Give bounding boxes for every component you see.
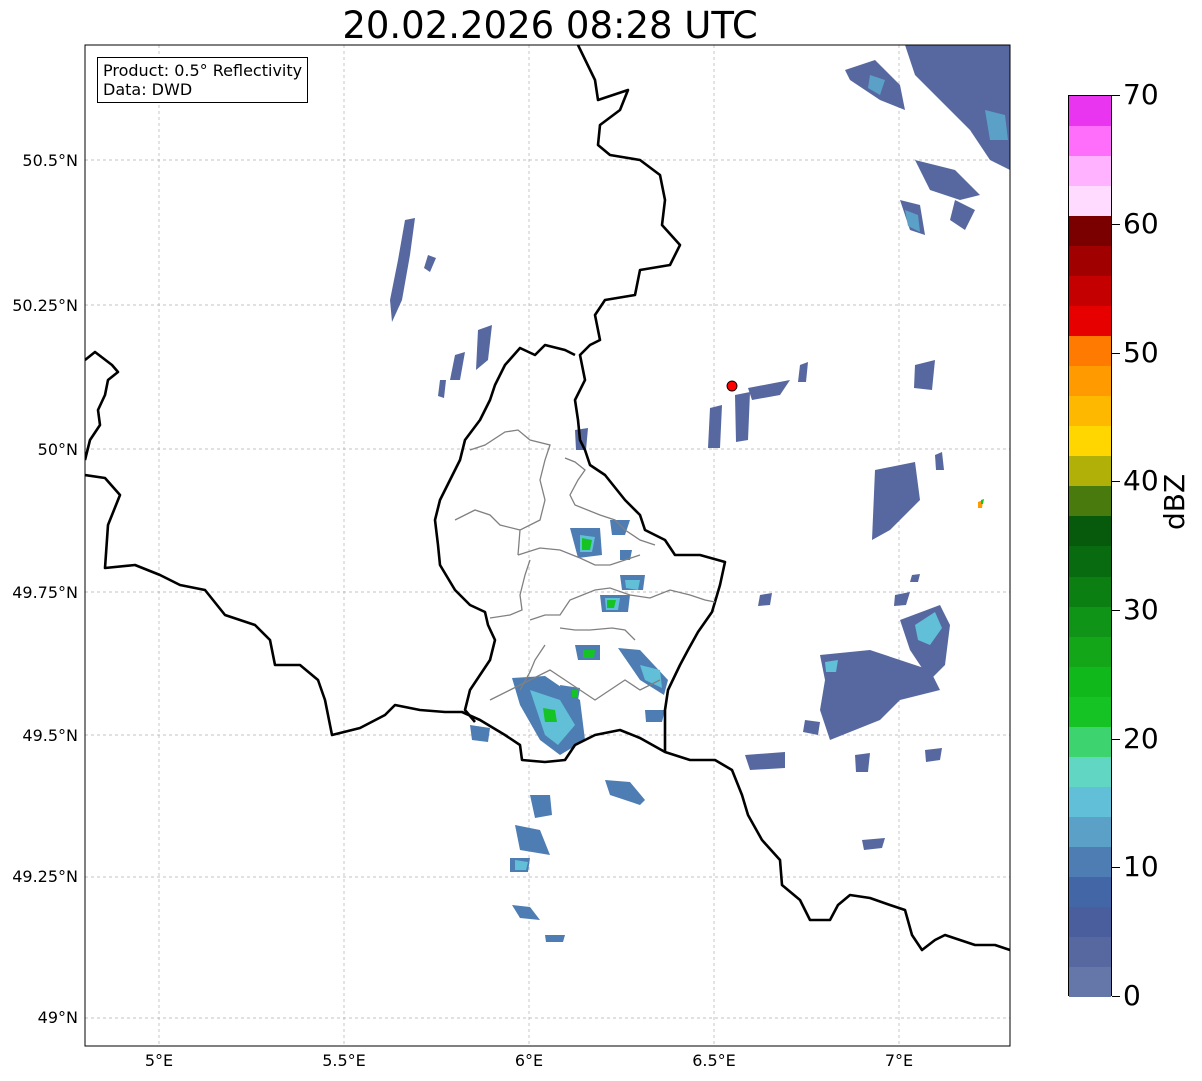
colorbar-tick	[1112, 867, 1120, 868]
colorbar-tick	[1112, 224, 1120, 225]
lat-tick-label: 50°N	[37, 440, 78, 459]
lat-tick-label: 50.25°N	[12, 296, 78, 315]
lon-tick-label: 7°E	[884, 1051, 914, 1070]
radar-site-marker	[726, 380, 738, 392]
colorbar-segment	[1069, 246, 1111, 277]
colorbar-tick	[1112, 610, 1120, 611]
colorbar-segment	[1069, 786, 1111, 817]
colorbar-segment	[1069, 396, 1111, 427]
radar-map[interactable]	[0, 0, 1202, 1081]
colorbar-segment	[1069, 366, 1111, 397]
colorbar-segment	[1069, 156, 1111, 187]
colorbar-tick-label: 60	[1123, 207, 1159, 240]
colorbar-segment	[1069, 906, 1111, 937]
colorbar-segment	[1069, 456, 1111, 487]
colorbar-segment	[1069, 516, 1111, 547]
colorbar-tick-label: 40	[1123, 464, 1159, 497]
colorbar-segment	[1069, 636, 1111, 667]
colorbar-tick-label: 20	[1123, 722, 1159, 755]
colorbar-segment	[1069, 666, 1111, 697]
colorbar-segment	[1069, 606, 1111, 637]
colorbar-segment	[1069, 486, 1111, 517]
colorbar-tick-label: 30	[1123, 593, 1159, 626]
colorbar	[1068, 95, 1112, 997]
lon-tick-label: 6.5°E	[692, 1051, 736, 1070]
colorbar-tick	[1112, 95, 1120, 96]
colorbar-tick-label: 0	[1123, 979, 1141, 1012]
lat-tick-label: 49°N	[37, 1008, 78, 1027]
colorbar-tick-label: 50	[1123, 336, 1159, 369]
product-info-box: Product: 0.5° Reflectivity Data: DWD	[97, 57, 309, 103]
colorbar-segment	[1069, 756, 1111, 787]
colorbar-tick	[1112, 996, 1120, 997]
colorbar-segment	[1069, 816, 1111, 847]
data-source-label: Data: DWD	[103, 80, 193, 99]
lon-tick-label: 6°E	[514, 1051, 544, 1070]
colorbar-segment	[1069, 726, 1111, 757]
colorbar-segment	[1069, 276, 1111, 307]
colorbar-segment	[1069, 846, 1111, 877]
lon-tick-label: 5.5°E	[322, 1051, 366, 1070]
map-background	[85, 45, 1010, 1046]
colorbar-segment	[1069, 696, 1111, 727]
colorbar-segment	[1069, 576, 1111, 607]
colorbar-segment	[1069, 126, 1111, 157]
colorbar-segment	[1069, 426, 1111, 457]
colorbar-tick-label: 10	[1123, 850, 1159, 883]
colorbar-label: dBZ	[1158, 473, 1191, 530]
colorbar-segment	[1069, 546, 1111, 577]
colorbar-tick-label: 70	[1123, 78, 1159, 111]
colorbar-segment	[1069, 336, 1111, 367]
lat-tick-label: 50.5°N	[22, 151, 78, 170]
colorbar-segment	[1069, 876, 1111, 907]
colorbar-segment	[1069, 936, 1111, 967]
colorbar-segment	[1069, 96, 1111, 127]
colorbar-tick	[1112, 739, 1120, 740]
lat-tick-label: 49.5°N	[22, 726, 78, 745]
colorbar-segment	[1069, 186, 1111, 217]
colorbar-segment	[1069, 966, 1111, 997]
colorbar-tick	[1112, 353, 1120, 354]
lon-tick-label: 5°E	[144, 1051, 174, 1070]
lat-tick-label: 49.75°N	[12, 583, 78, 602]
lat-tick-label: 49.25°N	[12, 867, 78, 886]
colorbar-tick	[1112, 481, 1120, 482]
product-label: Product: 0.5° Reflectivity	[103, 61, 303, 80]
colorbar-segment	[1069, 216, 1111, 247]
colorbar-segment	[1069, 306, 1111, 337]
